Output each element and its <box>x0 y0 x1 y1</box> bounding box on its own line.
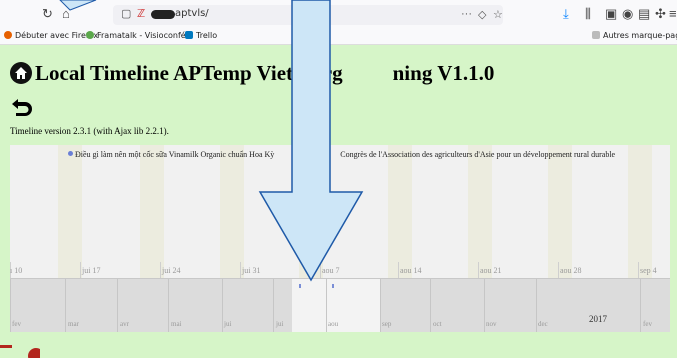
annotation-arrow-icon <box>59 0 364 282</box>
bottom-home-icon[interactable] <box>0 340 40 358</box>
